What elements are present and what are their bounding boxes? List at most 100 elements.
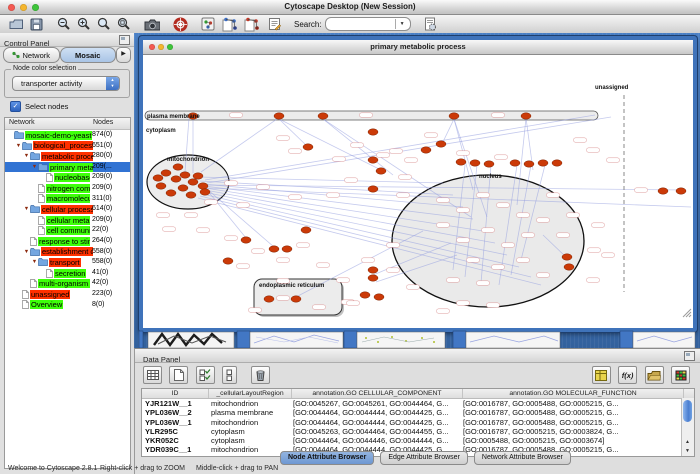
open-icon[interactable] <box>8 16 24 32</box>
tree-row[interactable]: nucleobase-co209(0) <box>5 172 130 183</box>
select-attributes-icon[interactable] <box>196 366 215 384</box>
tab-network[interactable]: Network <box>3 47 60 63</box>
advanced-search-icon[interactable] <box>423 16 439 32</box>
network-node[interactable] <box>658 188 668 194</box>
table-cell[interactable]: [GO:0016787, GO:0005488, GO:0005215, G..… <box>460 418 680 427</box>
float-panel-icon[interactable] <box>119 35 130 45</box>
table-cell[interactable]: [GO:0045263, GO:0044464, GO:0044455, G..… <box>290 427 460 436</box>
network-node[interactable] <box>470 160 480 166</box>
unselect-attributes-icon[interactable] <box>222 366 237 384</box>
tree-row[interactable]: macromolecule311(0) <box>5 194 130 205</box>
network-node[interactable] <box>269 246 279 252</box>
zoom-fit-icon[interactable] <box>116 16 132 32</box>
delete-attribute-icon[interactable] <box>251 366 270 384</box>
network-canvas-svg[interactable]: plasma membranecytoplasmmitochondrionnuc… <box>143 55 693 320</box>
expander-icon[interactable]: ▼ <box>23 206 30 212</box>
scrollbar-thumb[interactable] <box>683 400 692 422</box>
resize-grip[interactable] <box>689 315 691 317</box>
network-node[interactable] <box>449 113 459 119</box>
network-node[interactable] <box>318 113 328 119</box>
tab-node-attribute-browser[interactable]: Node Attribute Browser <box>280 451 374 465</box>
background-window-thumbnails[interactable] <box>134 329 700 348</box>
scroll-down-icon[interactable]: ▼ <box>682 447 693 456</box>
column-header[interactable]: _cellularLayoutRegion <box>209 389 292 398</box>
network-node[interactable] <box>166 190 176 196</box>
table-row[interactable]: YPL036W__1mitochondrion[GO:0044464, GO:0… <box>142 418 694 427</box>
search-dropdown-icon[interactable]: ▼ <box>395 19 409 29</box>
network-node[interactable] <box>241 237 251 243</box>
select-nodes-checkbox[interactable]: ✓ <box>10 101 21 112</box>
network-close-button[interactable] <box>149 44 155 50</box>
tree-row[interactable]: Overview8(0) <box>5 300 130 311</box>
column-header[interactable]: annotation.GO MOLECULAR_FUNCTION <box>463 389 684 398</box>
network-node[interactable] <box>188 179 198 185</box>
column-header[interactable]: annotation.GO CELLULAR_COMPONENT <box>292 389 463 398</box>
network-node[interactable] <box>368 186 378 192</box>
tree-row[interactable]: multi-organism pro42(0) <box>5 278 130 289</box>
tab-edge-attribute-browser[interactable]: Edge Attribute Browser <box>380 451 468 465</box>
network-node[interactable] <box>521 113 531 119</box>
network-node[interactable] <box>171 176 181 182</box>
network-zoom-button[interactable] <box>167 44 173 50</box>
table-cell[interactable]: YKR052C <box>142 436 208 445</box>
expander-icon[interactable]: ▼ <box>15 143 22 149</box>
tree-row[interactable]: ▼primary metabo209(... <box>5 162 130 173</box>
table-cell[interactable]: cytoplasm <box>208 427 290 436</box>
tree-row[interactable]: ▼metabolic process280(0) <box>5 151 130 162</box>
layout-blue-icon[interactable] <box>222 16 238 32</box>
tree-row[interactable]: ▼biological_process651(0) <box>5 141 130 152</box>
table-cell[interactable]: cytoplasm <box>208 436 290 445</box>
table-row[interactable]: YJR121W__1mitochondrion[GO:0045267, GO:0… <box>142 399 694 408</box>
tree-row[interactable]: secretion41(0) <box>5 268 130 279</box>
tree-row[interactable]: response to stimulu264(0) <box>5 236 130 247</box>
tree-row[interactable]: cellular metabo209(0) <box>5 215 130 226</box>
network-node[interactable] <box>524 161 534 167</box>
vizmapper-icon[interactable] <box>200 16 216 32</box>
table-cell[interactable]: [GO:0016787, GO:0005488, GO:0005215, G..… <box>460 399 680 408</box>
float-data-panel-icon[interactable] <box>684 351 695 361</box>
tree-row[interactable]: ▼establishment of lo558(0) <box>5 247 130 258</box>
network-node[interactable] <box>562 254 572 260</box>
table-cell[interactable]: mitochondrion <box>208 445 290 454</box>
network-node[interactable] <box>368 157 378 163</box>
network-node[interactable] <box>193 173 203 179</box>
table-cell[interactable]: [GO:0016787, GO:0005215, GO:0003824, G..… <box>460 427 680 436</box>
save-icon[interactable] <box>28 16 44 32</box>
tree-row[interactable]: ▼transport558(0) <box>5 257 130 268</box>
network-node[interactable] <box>301 227 311 233</box>
table-cell[interactable]: plasma membrane <box>208 408 290 417</box>
network-node[interactable] <box>173 164 183 170</box>
network-node[interactable] <box>264 296 274 302</box>
network-node[interactable] <box>676 188 686 194</box>
network-node[interactable] <box>274 113 284 119</box>
table-cell[interactable]: mitochondrion <box>208 418 290 427</box>
network-node[interactable] <box>552 160 562 166</box>
combo-stepper-icon[interactable]: ▲▼ <box>106 77 119 90</box>
network-node[interactable] <box>456 159 466 165</box>
network-node[interactable] <box>510 160 520 166</box>
table-cell[interactable]: [GO:0016787, GO:0005488, GO:0005215, G..… <box>460 408 680 417</box>
table-cell[interactable]: YPL036W__2 <box>142 408 208 417</box>
expander-icon[interactable]: ▼ <box>23 153 30 159</box>
network-node[interactable] <box>421 147 431 153</box>
tree-row[interactable]: nitrogen compo209(0) <box>5 183 130 194</box>
table-cell[interactable]: mitochondrion <box>208 399 290 408</box>
network-node[interactable] <box>303 144 313 150</box>
network-node[interactable] <box>484 161 494 167</box>
attribute-matrix-icon[interactable] <box>592 366 611 384</box>
close-button[interactable] <box>8 4 15 11</box>
table-row[interactable]: YLR295Ccytoplasm[GO:0045263, GO:0044464,… <box>142 427 694 436</box>
zoom-selected-icon[interactable] <box>96 16 112 32</box>
network-node[interactable] <box>368 267 378 273</box>
network-node[interactable] <box>161 170 171 176</box>
tree-row[interactable]: unassigned223(0) <box>5 289 130 300</box>
function-builder-icon[interactable]: f(x) <box>618 366 637 384</box>
help-icon[interactable] <box>172 16 188 32</box>
table-cell[interactable]: [GO:0045267, GO:0045261, GO:0044464, G..… <box>290 399 460 408</box>
network-window-titlebar[interactable]: primary metabolic process <box>143 40 693 55</box>
network-node[interactable] <box>538 160 548 166</box>
column-header[interactable]: ID <box>142 389 209 398</box>
tab-mosaic[interactable]: Mosaic <box>60 47 117 63</box>
network-node[interactable] <box>180 172 190 178</box>
tree-row[interactable]: mosaic-demo-yeast874(0) <box>5 130 130 141</box>
